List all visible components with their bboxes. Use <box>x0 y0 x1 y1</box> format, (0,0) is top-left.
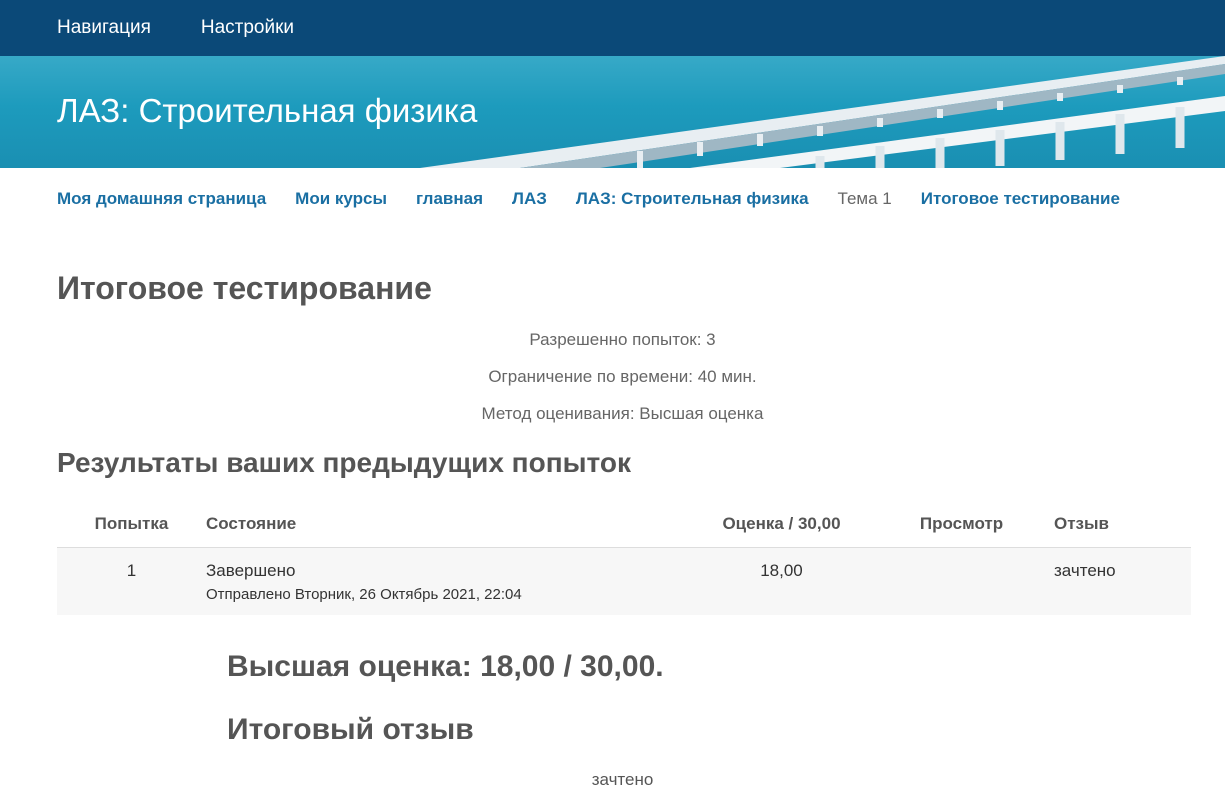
nav-navigation-link[interactable]: Навигация <box>57 17 151 39</box>
header-review: Просмотр <box>869 500 1054 548</box>
breadcrumb-main[interactable]: главная <box>416 189 483 209</box>
breadcrumb-laz[interactable]: ЛАЗ <box>512 189 547 209</box>
cell-feedback: зачтено <box>1054 561 1116 580</box>
breadcrumb-my-courses[interactable]: Мои курсы <box>295 189 387 209</box>
cell-grade: 18,00 <box>760 561 803 580</box>
nav-settings-link[interactable]: Настройки <box>201 17 294 39</box>
time-limit: Ограничение по времени: 40 мин. <box>488 367 757 386</box>
attempts-allowed: Разрешенно попыток: 3 <box>529 330 716 349</box>
breadcrumb: Моя домашняя страница Мои курсы главная … <box>0 168 1225 230</box>
submitted-date: Отправлено Вторник, 26 Октябрь 2021, 22:… <box>206 586 522 603</box>
course-banner: ЛАЗ: Строительная физика <box>0 56 1225 168</box>
top-navbar: Навигация Настройки <box>0 0 1225 56</box>
table-header-row: Попытка Состояние Оценка / 30,00 Просмот… <box>57 500 1191 548</box>
table-row: 1 Завершено Отправлено Вторник, 26 Октяб… <box>57 547 1191 616</box>
header-feedback: Отзыв <box>1054 500 1191 548</box>
grading-method: Метод оценивания: Высшая оценка <box>481 404 764 423</box>
course-title: ЛАЗ: Строительная физика <box>57 92 478 129</box>
final-feedback-title: Итоговый отзыв <box>227 713 474 746</box>
cell-review <box>869 548 1054 616</box>
page-title: Итоговое тестирование <box>57 270 432 306</box>
breadcrumb-quiz[interactable]: Итоговое тестирование <box>921 189 1120 209</box>
header-attempt: Попытка <box>57 500 206 548</box>
header-state: Состояние <box>206 500 694 548</box>
state-label: Завершено <box>206 561 296 580</box>
header-grade: Оценка / 30,00 <box>694 500 869 548</box>
breadcrumb-course[interactable]: ЛАЗ: Строительная физика <box>576 189 809 209</box>
best-grade: Высшая оценка: 18,00 / 30,00. <box>227 650 664 683</box>
final-feedback: зачтено <box>591 770 654 789</box>
attempts-table: Попытка Состояние Оценка / 30,00 Просмот… <box>57 500 1191 615</box>
breadcrumb-topic: Тема 1 <box>837 189 892 208</box>
breadcrumb-home[interactable]: Моя домашняя страница <box>57 189 266 209</box>
results-title: Результаты ваших предыдущих попыток <box>57 447 631 478</box>
cell-attempt: 1 <box>126 561 137 580</box>
cell-state: Завершено Отправлено Вторник, 26 Октябрь… <box>206 548 694 616</box>
